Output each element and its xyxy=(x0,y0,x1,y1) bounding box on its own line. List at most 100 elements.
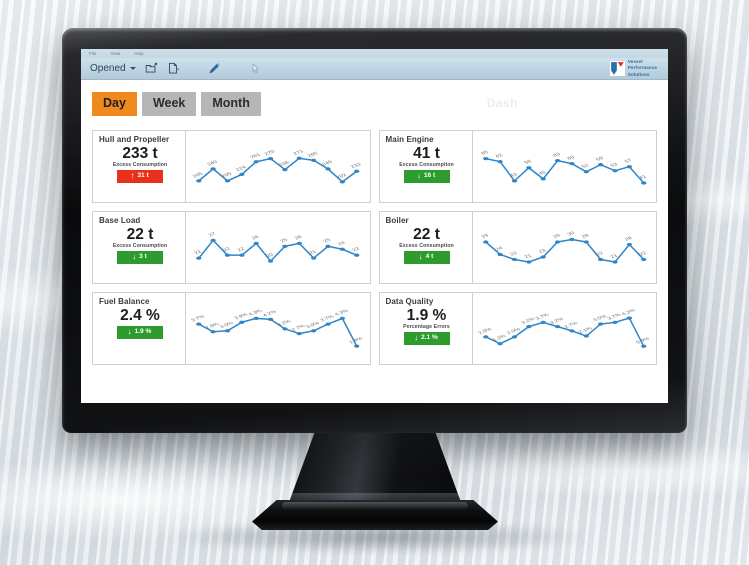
kpi-summary: Fuel Balance 2.4 % ↓ 1.9 % xyxy=(93,292,186,364)
data-point[interactable] xyxy=(339,316,346,320)
data-point[interactable] xyxy=(482,239,488,244)
data-point[interactable] xyxy=(282,326,288,331)
data-point[interactable] xyxy=(253,316,259,320)
data-point[interactable] xyxy=(253,241,259,245)
data-point[interactable] xyxy=(511,257,517,261)
data-point[interactable] xyxy=(311,158,317,162)
data-point[interactable] xyxy=(196,178,202,182)
kpi-chart-area[interactable]: 2.0% 1.2% 2.0% 3.2% 3.7% 3.2% 2.7% 2.1% 3.5% 3.7%… xyxy=(473,293,657,364)
period-tab-week[interactable]: Week xyxy=(141,92,197,116)
data-point[interactable] xyxy=(267,156,274,160)
data-point[interactable] xyxy=(354,253,360,257)
data-point[interactable] xyxy=(496,252,503,256)
data-point[interactable] xyxy=(210,329,216,333)
data-point[interactable] xyxy=(267,258,274,263)
data-point[interactable] xyxy=(525,324,531,328)
data-point[interactable] xyxy=(554,158,560,162)
data-point[interactable] xyxy=(554,239,560,244)
data-point[interactable] xyxy=(540,320,546,324)
data-point[interactable] xyxy=(568,237,575,241)
kpi-chart-area[interactable]: 65 62 43 56 45 63 60 52 59 53 57 41 xyxy=(473,131,657,202)
menu-item-file[interactable]: File xyxy=(89,51,97,56)
period-tab-day[interactable]: Day xyxy=(92,92,137,116)
data-point[interactable] xyxy=(511,178,517,183)
data-point[interactable] xyxy=(554,324,560,328)
data-point[interactable] xyxy=(311,256,317,260)
data-point[interactable] xyxy=(339,179,346,184)
data-point[interactable] xyxy=(224,178,231,182)
data-point[interactable] xyxy=(482,156,488,160)
data-point[interactable] xyxy=(311,328,317,332)
data-point[interactable] xyxy=(224,328,231,332)
edit-pencil-icon[interactable] xyxy=(208,62,221,75)
dashboard-page: Dash Day Week Month Hull and Propeller 233 … xyxy=(81,80,668,403)
data-point[interactable] xyxy=(540,254,546,259)
data-point[interactable] xyxy=(325,321,331,326)
data-point[interactable] xyxy=(210,166,216,171)
menu-item-help[interactable]: Help xyxy=(134,51,143,56)
data-point-label: 22 xyxy=(222,246,232,252)
opened-dropdown[interactable]: Opened xyxy=(90,63,136,74)
data-point[interactable] xyxy=(196,256,202,260)
kpi-chart-area[interactable]: 3.7% 2.9% 3.0% 3.9% 4.3% 4.2% 3.2% 2.7% 3.0% 3.7%… xyxy=(186,293,370,364)
kpi-card[interactable]: Boiler 22 t Excess Consumption ↓ 4 t 29 24 22 21… xyxy=(378,210,657,284)
data-point[interactable] xyxy=(354,343,360,348)
new-document-icon[interactable] xyxy=(167,62,180,75)
data-point[interactable] xyxy=(196,321,202,326)
kpi-title: Main Engine xyxy=(385,134,434,144)
data-point[interactable] xyxy=(626,315,632,320)
data-point[interactable] xyxy=(282,167,288,171)
data-point[interactable] xyxy=(583,169,589,173)
data-point[interactable] xyxy=(597,257,603,261)
cursor-icon[interactable] xyxy=(249,62,262,75)
open-folder-icon[interactable] xyxy=(145,62,158,75)
data-point[interactable] xyxy=(496,341,503,345)
data-point[interactable] xyxy=(611,168,618,172)
kpi-chart-area[interactable]: 205 240 205 224 261 270 238 271 265 240 202 233 xyxy=(186,131,370,202)
data-point[interactable] xyxy=(267,317,274,321)
kpi-card[interactable]: Data Quality 1.9 % Percentage Errors ↓ 2.1 %… xyxy=(378,291,657,365)
data-point[interactable] xyxy=(611,320,618,324)
data-point[interactable] xyxy=(282,244,288,248)
data-point[interactable] xyxy=(482,334,488,339)
data-point[interactable] xyxy=(210,238,216,242)
data-point[interactable] xyxy=(239,253,245,257)
data-point[interactable] xyxy=(325,244,331,248)
data-point[interactable] xyxy=(325,166,331,171)
data-point[interactable] xyxy=(354,169,360,173)
data-point[interactable] xyxy=(597,321,603,326)
data-point[interactable] xyxy=(626,164,632,168)
data-point[interactable] xyxy=(568,328,575,333)
kpi-card[interactable]: Hull and Propeller 233 t Excess Consumptio… xyxy=(92,129,371,203)
data-point[interactable] xyxy=(568,161,575,165)
kpi-card[interactable]: Fuel Balance 2.4 % ↓ 1.9 % 3.7% 2.9% 3.0% 3.9% 4… xyxy=(92,291,371,365)
data-point[interactable] xyxy=(640,257,646,261)
data-point[interactable] xyxy=(640,344,646,348)
data-point[interactable] xyxy=(239,172,245,176)
data-point[interactable] xyxy=(339,247,346,251)
kpi-card[interactable]: Base Load 22 t Excess Consumption ↓ 3 t 21 27 2… xyxy=(92,210,371,284)
data-point[interactable] xyxy=(296,156,302,160)
data-point[interactable] xyxy=(224,253,231,257)
kpi-card[interactable]: Main Engine 41 t Excess Consumption ↓ 16 t 65… xyxy=(378,129,657,203)
data-point[interactable] xyxy=(540,176,546,181)
kpi-chart-area[interactable]: 21 27 22 22 26 20 25 26 21 25 24 22 xyxy=(186,212,370,283)
data-point[interactable] xyxy=(296,331,302,335)
data-point[interactable] xyxy=(511,334,517,339)
data-point[interactable] xyxy=(525,259,531,264)
data-point[interactable] xyxy=(583,333,589,338)
data-point[interactable] xyxy=(296,241,302,245)
menu-item-view[interactable]: View xyxy=(111,51,121,56)
data-point[interactable] xyxy=(626,242,632,246)
period-tab-month[interactable]: Month xyxy=(201,92,261,116)
data-point-label: 3.7% xyxy=(606,312,622,321)
data-point[interactable] xyxy=(239,320,245,324)
kpi-chart-area[interactable]: 29 24 22 21 23 29 30 29 22 21 28 22 xyxy=(473,212,657,283)
data-point[interactable] xyxy=(611,259,618,264)
data-point[interactable] xyxy=(640,180,646,185)
data-point[interactable] xyxy=(583,239,589,244)
data-point[interactable] xyxy=(597,162,603,166)
data-point[interactable] xyxy=(253,159,259,163)
data-point[interactable] xyxy=(496,159,503,163)
data-point[interactable] xyxy=(525,165,531,169)
